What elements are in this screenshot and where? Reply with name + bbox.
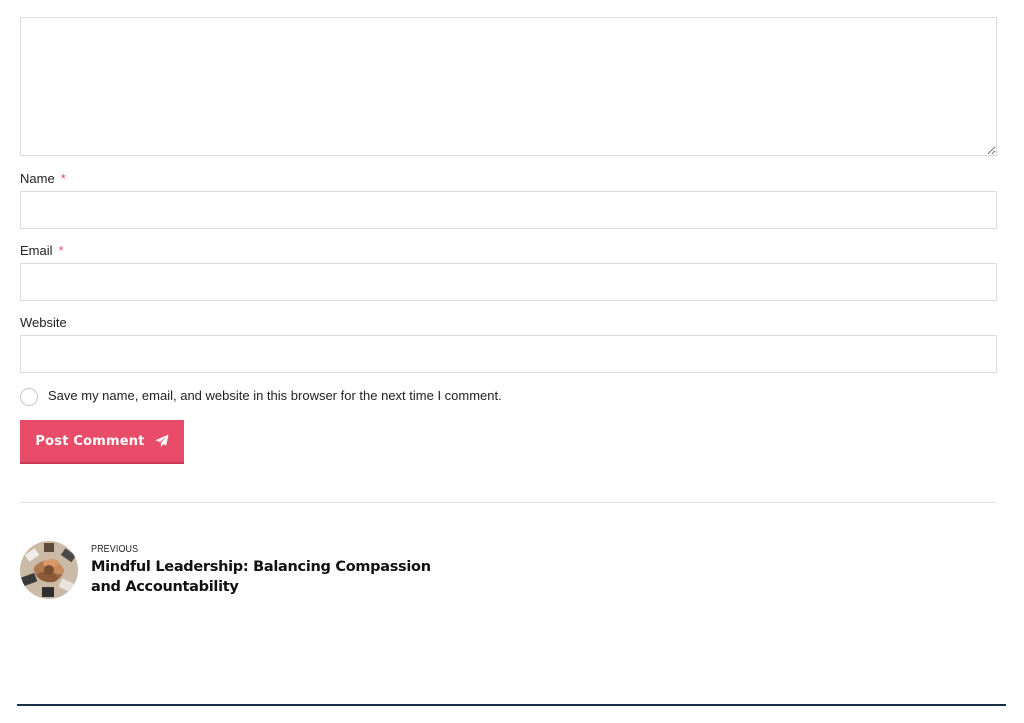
website-label: Website: [20, 315, 67, 331]
name-label-text: Name: [20, 171, 55, 186]
required-marker: *: [58, 243, 64, 258]
previous-post-kicker: PREVIOUS: [91, 544, 139, 555]
required-marker: *: [60, 171, 66, 186]
name-input[interactable]: [20, 191, 997, 229]
paper-plane-icon: [155, 434, 169, 448]
email-input[interactable]: [20, 263, 997, 301]
email-label: Email *: [20, 243, 64, 259]
email-label-text: Email: [20, 243, 53, 258]
footer-border: [17, 704, 1006, 706]
consent-row: Save my name, email, and website in this…: [20, 386, 502, 408]
website-input[interactable]: [20, 335, 997, 373]
comment-textarea[interactable]: [20, 17, 997, 156]
previous-post-thumbnail[interactable]: [20, 541, 78, 599]
post-comment-button[interactable]: Post Comment: [20, 420, 184, 462]
consent-checkbox[interactable]: [20, 388, 38, 406]
section-divider: [19, 502, 997, 503]
name-label: Name *: [20, 171, 66, 187]
previous-post-title[interactable]: Mindful Leadership: Balancing Compassion…: [91, 557, 451, 597]
team-hands-image: [20, 541, 78, 599]
website-label-text: Website: [20, 315, 67, 330]
post-comment-label: Post Comment: [35, 433, 145, 449]
consent-label: Save my name, email, and website in this…: [48, 388, 502, 403]
